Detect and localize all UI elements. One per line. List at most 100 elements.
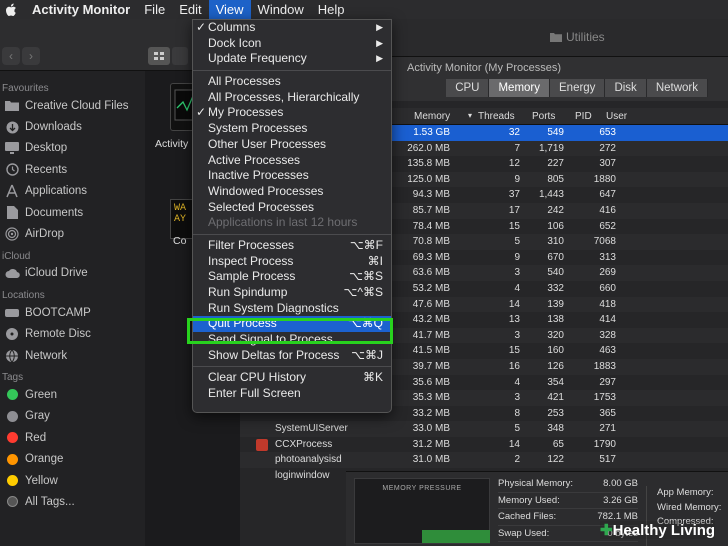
menu-item-show-deltas-for-process[interactable]: Show Deltas for Process ⌥⌘J [193, 348, 391, 364]
tab-energy[interactable]: Energy [550, 79, 606, 97]
sidebar-item-desktop[interactable]: Desktop [0, 138, 145, 159]
process-ports: 253 [547, 407, 564, 419]
menu-item-update-frequency[interactable]: Update Frequency ▶ [193, 51, 391, 67]
sidebar-item-remote-disc[interactable]: Remote Disc [0, 324, 145, 345]
process-memory: 43.2 MB [412, 314, 450, 326]
file-menu[interactable]: File [137, 0, 172, 19]
app-menu[interactable]: Activity Monitor [22, 0, 137, 19]
apple-icon[interactable] [4, 2, 18, 18]
menu-item-run-system-diagnostics[interactable]: Run System Diagnostics [193, 301, 391, 317]
list-view-icon[interactable] [172, 47, 188, 65]
sidebar-item-documents[interactable]: Documents [0, 202, 145, 223]
menu-item-inspect-process[interactable]: Inspect Process ⌘I [193, 254, 391, 270]
menu-item-windowed-processes[interactable]: Windowed Processes [193, 184, 391, 200]
process-ports: 126 [547, 360, 564, 372]
process-memory: 70.8 MB [412, 236, 450, 248]
sidebar-tag-yellow[interactable]: Yellow [0, 470, 145, 491]
edit-menu[interactable]: Edit [172, 0, 208, 19]
menu-item-active-processes[interactable]: Active Processes [193, 153, 391, 169]
view-mode-icon[interactable] [148, 47, 170, 65]
menu-item-all-processes-hierarchically[interactable]: All Processes, Hierarchically [193, 90, 391, 106]
process-ports: 332 [547, 282, 564, 294]
disc-icon [4, 326, 20, 342]
sidebar-item-recents[interactable]: Recents [0, 159, 145, 180]
window-menu[interactable]: Window [251, 0, 311, 19]
menu-item-run-spindump[interactable]: Run Spindump ⌥^⌘S [193, 285, 391, 301]
desktop-icon [4, 140, 20, 156]
menu-item-inactive-processes[interactable]: Inactive Processes [193, 168, 391, 184]
menu-item-dock-icon[interactable]: Dock Icon ▶ [193, 36, 391, 52]
process-ports: 670 [547, 251, 564, 263]
sidebar-all-tags[interactable]: All Tags... [0, 491, 145, 512]
menu-shortcut: ⌥^⌘S [343, 285, 383, 299]
sidebar-item-downloads[interactable]: Downloads [0, 116, 145, 137]
plus-icon: ✚ [600, 522, 613, 539]
help-menu[interactable]: Help [311, 0, 352, 19]
menu-item-filter-processes[interactable]: Filter Processes ⌥⌘F [193, 238, 391, 254]
process-threads: 9 [514, 251, 520, 263]
applications-icon [4, 183, 20, 199]
view-menu[interactable]: View [208, 0, 251, 19]
process-name: photoanalysisd [275, 454, 342, 466]
menu-item-all-processes[interactable]: All Processes [193, 74, 391, 90]
menu-item-label: All Processes, Hierarchically [208, 89, 360, 104]
back-icon[interactable]: ‹ [2, 47, 20, 65]
tab-network[interactable]: Network [646, 79, 708, 97]
process-memory: 1.53 GB [413, 127, 450, 138]
menu-item-send-signal-to-process[interactable]: Send Signal to Process... [193, 332, 391, 348]
process-pid: 416 [599, 204, 616, 216]
menu-item-selected-processes[interactable]: Selected Processes [193, 200, 391, 216]
sidebar-item-applications[interactable]: Applications [0, 181, 145, 202]
menu-item-label: Sample Process [208, 269, 296, 284]
process-memory: 94.3 MB [412, 189, 450, 201]
column-header-ports[interactable]: Ports [532, 111, 555, 122]
process-ports: 160 [547, 345, 564, 357]
finder-sidebar: Favourites Creative Cloud Files Download… [0, 71, 145, 546]
menu-item-system-processes[interactable]: System Processes [193, 121, 391, 137]
table-row[interactable]: CCXProcess 31.2 MB 14 65 1790 [240, 437, 728, 453]
sidebar-tag-green[interactable]: Green [0, 384, 145, 405]
menu-item-label: Other User Processes [208, 136, 327, 151]
menu-item-clear-cpu-history[interactable]: Clear CPU History ⌘K [193, 370, 391, 386]
table-row[interactable]: photoanalysisd 31.0 MB 2 122 517 [240, 452, 728, 469]
sidebar-tag-orange[interactable]: Orange [0, 448, 145, 469]
column-header-user[interactable]: User [606, 111, 627, 122]
menu-item-my-processes[interactable]: ✓ My Processes [193, 105, 391, 121]
process-memory: 78.4 MB [412, 220, 450, 232]
menu-item-other-user-processes[interactable]: Other User Processes [193, 137, 391, 153]
sidebar-item-bootcamp[interactable]: BOOTCAMP [0, 302, 145, 323]
process-pid: 418 [599, 298, 616, 310]
sidebar-item-creative-cloud[interactable]: Creative Cloud Files [0, 95, 145, 116]
cloud-icon [4, 265, 20, 281]
sidebar-tag-gray[interactable]: Gray [0, 406, 145, 427]
menu-shortcut: ⌥⌘J [351, 347, 383, 362]
sidebar-item-network[interactable]: Network [0, 345, 145, 366]
memory-used-label: Memory Used: [498, 494, 560, 506]
column-header-pid[interactable]: PID [575, 111, 592, 122]
tag-dot-icon [6, 432, 18, 444]
memory-pressure-graph: MEMORY PRESSURE [354, 478, 490, 544]
sidebar-item-airdrop[interactable]: AirDrop [0, 223, 145, 244]
table-row[interactable]: SystemUIServer 33.0 MB 5 348 271 [240, 421, 728, 437]
menu-item-label: Active Processes [208, 152, 301, 167]
menu-item-enter-full-screen[interactable]: Enter Full Screen [193, 386, 391, 402]
process-threads: 3 [514, 329, 520, 341]
column-header-memory[interactable]: Memory [414, 111, 450, 122]
sidebar-item-icloud-drive[interactable]: iCloud Drive [0, 263, 145, 284]
menu-item-columns[interactable]: ✓ Columns ▶ [193, 20, 391, 36]
menu-separator [193, 366, 391, 368]
forward-icon[interactable]: › [22, 47, 40, 65]
menu-item-quit-process[interactable]: Quit Process ⌥⌘Q [193, 316, 391, 333]
sidebar-item-label: Network [25, 349, 68, 362]
console-label: Co [173, 235, 187, 247]
tab-cpu[interactable]: CPU [446, 79, 490, 97]
menu-item-sample-process[interactable]: Sample Process ⌥⌘S [193, 269, 391, 285]
tab-memory[interactable]: Memory [489, 79, 550, 97]
sidebar-tag-red[interactable]: Red [0, 427, 145, 448]
submenu-arrow-icon: ▶ [376, 37, 383, 48]
sidebar-item-label: BOOTCAMP [25, 306, 91, 319]
process-pid: 297 [599, 376, 616, 388]
column-header-threads[interactable]: Threads [478, 111, 515, 122]
tab-disk[interactable]: Disk [605, 79, 647, 97]
sidebar-item-label: Gray [25, 410, 50, 423]
